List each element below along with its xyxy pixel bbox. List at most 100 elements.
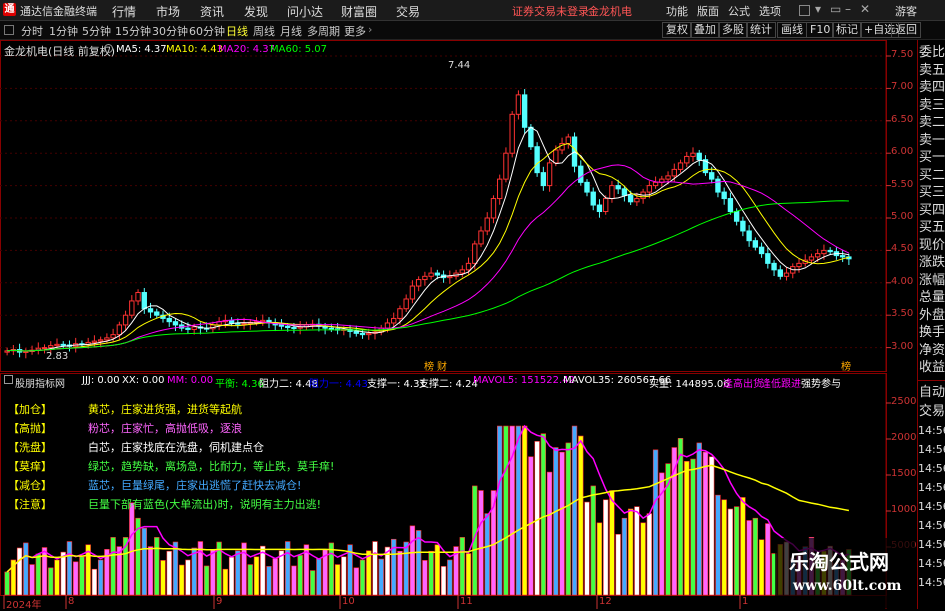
sidebar-item[interactable]: 买二 — [918, 166, 945, 185]
sidebar-time-item[interactable]: 14:56 — [918, 440, 945, 459]
sidebar-time-item[interactable]: 自动 — [918, 383, 945, 402]
menu-discover[interactable]: 发现 — [244, 3, 268, 20]
minimize-icon[interactable]: – — [845, 2, 851, 16]
badge-bang[interactable]: 榜 — [424, 358, 434, 373]
menu-function[interactable]: 功能 — [666, 3, 688, 19]
dropdown-icon[interactable]: ▾ — [815, 2, 821, 16]
candle-body — [447, 275, 453, 279]
login-warning[interactable]: 证券交易未登录 — [512, 3, 589, 19]
menu-options[interactable]: 选项 — [759, 3, 781, 19]
indicator-settings-icon[interactable] — [4, 375, 13, 384]
volume-bar — [740, 497, 746, 596]
volume-bar — [54, 559, 60, 596]
settings-circle-icon[interactable] — [104, 44, 113, 53]
menu-news[interactable]: 资讯 — [200, 3, 224, 20]
menu-fortune[interactable]: 财富圈 — [341, 3, 377, 20]
sidebar-time-item[interactable]: 14:56 — [918, 421, 945, 440]
price-tick: 7.00 — [891, 81, 914, 93]
volume-bar — [503, 425, 509, 596]
candle-body — [490, 198, 497, 219]
period-daily[interactable]: 日线 — [226, 23, 248, 39]
sidebar-time-item[interactable]: 14:56 — [918, 478, 945, 497]
sidebar-time-item[interactable]: 14:56 — [918, 516, 945, 535]
sidebar-item[interactable]: 涨幅 — [918, 271, 945, 290]
sidebar-time-item[interactable]: 交易 — [918, 402, 945, 421]
volume-bar — [528, 456, 534, 596]
tool-stats[interactable]: 统计 — [746, 22, 776, 38]
period-more[interactable]: 更多 — [344, 23, 366, 39]
sidebar-item[interactable]: 卖四 — [918, 78, 945, 97]
chevron-right-icon[interactable]: › — [368, 23, 372, 36]
period-weekly[interactable]: 周线 — [253, 23, 275, 39]
tool-mark[interactable]: 标记 — [832, 22, 862, 38]
period-monthly[interactable]: 月线 — [280, 23, 302, 39]
tool-draw[interactable]: 画线 — [777, 22, 807, 38]
indicator-chart[interactable]: 股朋指标网 JJJ: 0.00 XX: 0.00 MM: 0.00 平衡: 4.36 阻… — [0, 373, 923, 611]
menu-market[interactable]: 行情 — [112, 3, 136, 20]
tool-f10[interactable]: F10 — [806, 22, 835, 38]
sidebar-time-item[interactable]: 14:56 — [918, 554, 945, 573]
main-chart[interactable]: 金龙机电(日线 前复权) MA5: 4.37 MA10: 4.43 MA20: … — [0, 40, 917, 373]
volume-bar — [253, 556, 260, 596]
menu-trade[interactable]: 交易 — [396, 3, 420, 20]
period-30min[interactable]: 30分钟 — [152, 23, 188, 39]
candle-body — [434, 272, 441, 276]
badge-cai[interactable]: 财 — [437, 358, 447, 373]
menu-markets[interactable]: 市场 — [156, 3, 180, 20]
tool-multi-stock[interactable]: 多股 — [718, 22, 748, 38]
sidebar-item[interactable]: 买五 — [918, 218, 945, 237]
candle-body — [715, 178, 721, 193]
candle-body — [459, 269, 465, 274]
period-5min[interactable]: 5分钟 — [82, 23, 111, 39]
period-60min[interactable]: 60分钟 — [189, 23, 225, 39]
sidebar-item[interactable]: 卖三 — [918, 96, 945, 115]
tool-back[interactable]: 返回 — [891, 22, 921, 38]
sidebar-item[interactable]: 换手 — [918, 323, 945, 342]
menu-ask[interactable]: 问小达 — [287, 3, 323, 20]
tool-fuquan[interactable]: 复权 — [662, 22, 692, 38]
sidebar-item[interactable]: 收益 — [918, 358, 945, 377]
volume-bar — [79, 556, 85, 596]
candle-body — [353, 330, 359, 334]
sidebar-item[interactable]: 买四 — [918, 201, 945, 220]
candle-body — [827, 249, 833, 253]
legend-text: 巨量下部有蓝色(大单流出)时，说明有主力出逃! — [88, 498, 321, 511]
window-icon[interactable] — [799, 5, 810, 16]
candle-body — [665, 175, 671, 180]
sidebar-time-item[interactable]: 14:56 — [918, 535, 945, 554]
tool-overlay[interactable]: 叠加 — [690, 22, 720, 38]
sidebar-item[interactable]: 买一 — [918, 148, 945, 167]
candle-body — [721, 191, 727, 200]
volume-bar — [91, 568, 98, 596]
menu-layout[interactable]: 版面 — [697, 3, 719, 19]
menu-formula[interactable]: 公式 — [728, 3, 750, 19]
sidebar-item[interactable]: 委比 — [918, 43, 945, 62]
sidebar-item[interactable]: 买三 — [918, 183, 945, 202]
sidebar-item[interactable]: 现价 — [918, 236, 945, 255]
period-multi[interactable]: 多周期 — [307, 23, 340, 39]
indicator-name[interactable]: 股朋指标网 — [15, 375, 65, 390]
badge-bang-2[interactable]: 榜 — [841, 358, 851, 373]
volume-bar — [603, 499, 609, 596]
sidebar-item[interactable]: 涨跌 — [918, 253, 945, 272]
sidebar-time-item[interactable]: 14:56 — [918, 459, 945, 478]
restore-icon[interactable]: ▭ — [830, 2, 841, 16]
sidebar-time-item[interactable]: 14:56 — [918, 573, 945, 592]
period-1min[interactable]: 1分钟 — [49, 23, 78, 39]
sidebar-item[interactable]: 卖二 — [918, 113, 945, 132]
sidebar-time-item[interactable]: 14:56 — [918, 497, 945, 516]
sidebar-item[interactable]: 外盘 — [918, 306, 945, 325]
sidebar-item[interactable]: 总量 — [918, 288, 945, 307]
guest-label[interactable]: 游客 — [895, 3, 917, 19]
checkbox-icon[interactable] — [4, 25, 14, 35]
close-small-icon[interactable]: ✕ — [860, 2, 870, 16]
candle-body — [646, 185, 653, 193]
sidebar-item[interactable]: 卖五 — [918, 61, 945, 80]
volume-bar — [179, 564, 185, 596]
period-fenshi[interactable]: 分时 — [21, 23, 43, 39]
volume-bar — [758, 539, 765, 596]
volume-bar — [341, 556, 347, 596]
sidebar-item[interactable]: 净资 — [918, 341, 945, 360]
period-15min[interactable]: 15分钟 — [115, 23, 151, 39]
sidebar-item[interactable]: 卖一 — [918, 131, 945, 150]
